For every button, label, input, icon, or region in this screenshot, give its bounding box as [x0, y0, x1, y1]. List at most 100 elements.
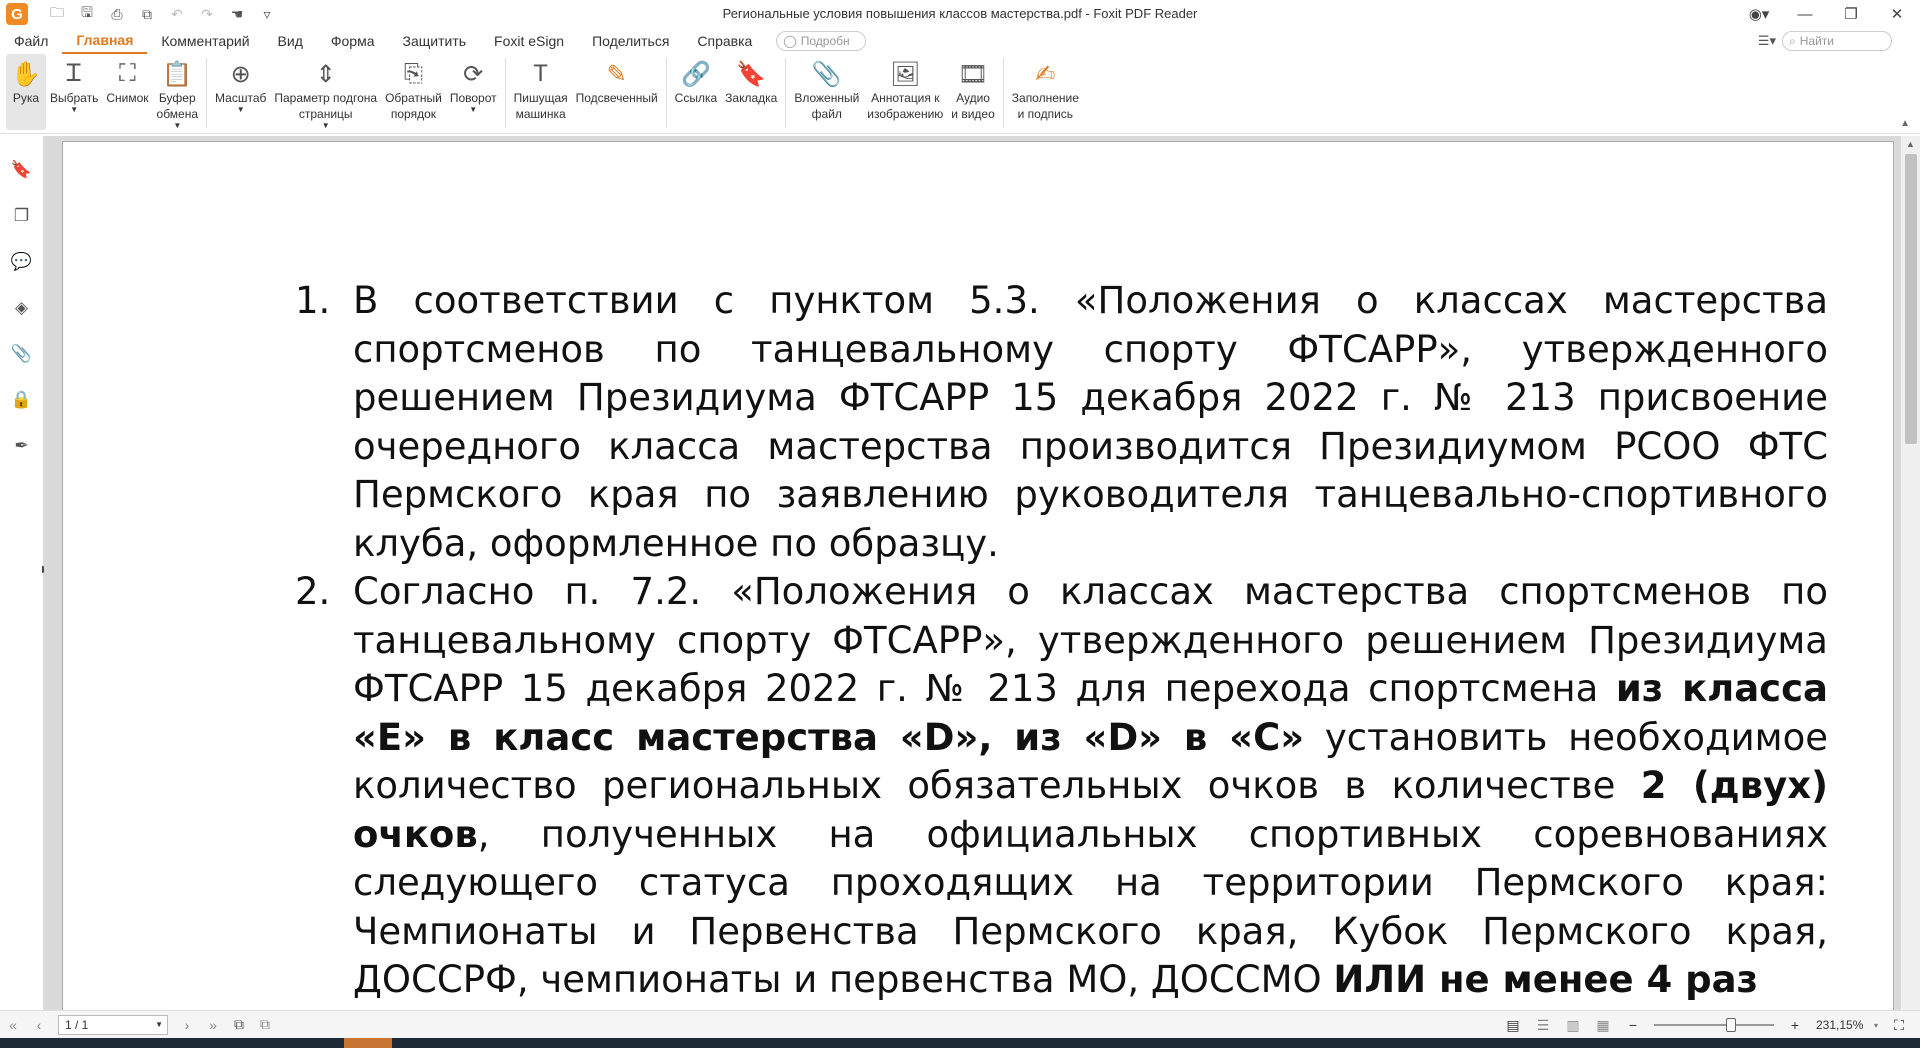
image-annotation-button[interactable]: 🖼 Аннотация к изображению	[863, 54, 947, 130]
select-button[interactable]: Ꮖ Выбрать ▼	[46, 54, 102, 130]
title-bar: G 🗀 🖫 ⎙ ⧉ ↶ ↷ ☚ ▿ Региональные условия повышени…	[0, 0, 1920, 28]
scroll-up-icon[interactable]: ▲	[1901, 136, 1920, 152]
menu-tab[interactable]: Форма	[317, 28, 389, 54]
rotate-button[interactable]: ⟳ Поворот ▼	[446, 54, 501, 130]
minimize-button[interactable]: —	[1782, 0, 1828, 28]
zoom-out-icon[interactable]: −	[1620, 1014, 1646, 1036]
ribbon-button-label: Обратный порядок	[385, 91, 442, 121]
vertical-scrollbar[interactable]: ▲	[1900, 136, 1920, 1010]
audio-video-button[interactable]: 🎞 Аудио и видео	[947, 54, 998, 130]
lightbulb-icon: ◯	[783, 34, 797, 48]
page-fit-button[interactable]: ⇕ Параметр подгона страницы ▼	[270, 54, 381, 130]
os-taskbar	[0, 1038, 1920, 1048]
zoom-slider-knob[interactable]	[1726, 1018, 1736, 1032]
menu-tab[interactable]: Вид	[264, 28, 317, 54]
snapshot-icon: ⛶	[119, 60, 136, 87]
typewriter-button[interactable]: T Пишущая машинка	[510, 54, 572, 130]
security-panel-icon[interactable]: 🔒	[10, 388, 34, 412]
chevron-down-icon: ▼	[155, 1020, 163, 1029]
tell-me-input[interactable]: ◯ Подробн	[776, 31, 867, 51]
bookmark-button[interactable]: 🔖 Закладка	[721, 54, 781, 130]
continuous-facing-view-icon[interactable]: ▦	[1590, 1014, 1616, 1036]
restore-button[interactable]: ❐	[1828, 0, 1874, 28]
zoom-in-icon[interactable]: +	[1782, 1014, 1808, 1036]
hand-icon: ✋	[11, 60, 41, 88]
customize-icon[interactable]: ▿	[256, 3, 278, 25]
zoom-level: 231,15%	[1816, 1018, 1864, 1032]
clipboard-button[interactable]: 📋 Буфер обмена ▼	[153, 54, 203, 130]
layers-panel-icon[interactable]: ◈	[10, 296, 34, 320]
zoom-button[interactable]: ⊕ Масштаб ▼	[211, 54, 270, 130]
bookmarks-panel-icon[interactable]: 🔖	[10, 158, 34, 182]
reverse-order-icon: ⎘	[403, 60, 424, 87]
ribbon-button-label: Заполнение и подпись	[1011, 91, 1079, 121]
menu-tab[interactable]: Поделиться	[578, 28, 683, 54]
ribbon-separator	[504, 58, 506, 128]
scrollbar-thumb[interactable]	[1905, 154, 1917, 444]
undo-icon[interactable]: ↶	[166, 3, 188, 25]
account-icon[interactable]: ◉▾	[1736, 0, 1782, 28]
zoom-slider[interactable]	[1654, 1018, 1774, 1032]
close-button[interactable]: ✕	[1874, 0, 1920, 28]
attachments-panel-icon[interactable]: 📎	[10, 342, 34, 366]
first-page-icon[interactable]: «	[0, 1014, 26, 1036]
link-button[interactable]: 🔗 Ссылка	[671, 54, 721, 130]
menu-tab[interactable]: Foxit eSign	[480, 28, 578, 54]
menu-tab[interactable]: Главная	[62, 28, 148, 54]
typewriter-icon: T	[533, 60, 548, 87]
continuous-view-icon[interactable]: ☰	[1530, 1014, 1556, 1036]
hand-tool-icon[interactable]: ☚	[226, 3, 248, 25]
highlight-button[interactable]: ✎ Подсвеченный	[572, 54, 662, 130]
redo-icon[interactable]: ↷	[196, 3, 218, 25]
single-page-view-icon[interactable]: ▤	[1500, 1014, 1526, 1036]
ribbon-button-label: Поворот	[449, 91, 497, 105]
search-icon: ⌕	[1789, 33, 1796, 48]
pages-panel-icon[interactable]: ❐	[10, 204, 34, 228]
menu-tab[interactable]: Защитить	[389, 28, 481, 54]
search-options-icon[interactable]: ☰▾	[1758, 33, 1776, 49]
bold-text-run: ИЛИ не менее 4 раз	[1333, 958, 1759, 1001]
open-icon[interactable]: 🗀	[46, 3, 68, 25]
extract-page-icon[interactable]: ⧉	[226, 1014, 252, 1036]
comments-panel-icon[interactable]: 💬	[10, 250, 34, 274]
next-page-icon[interactable]: ›	[174, 1014, 200, 1036]
ribbon-button-label: Параметр подгона страницы	[274, 91, 378, 121]
zoom-level-select[interactable]: 231,15% ▾	[1812, 1015, 1882, 1035]
document-viewport[interactable]: 1. В соответствии с пунктом 5.3. «Положе…	[44, 136, 1900, 1010]
menu-tab[interactable]: Справка	[683, 28, 766, 54]
quick-access-toolbar: 🗀 🖫 ⎙ ⧉ ↶ ↷ ☚ ▿	[46, 3, 278, 25]
last-page-icon[interactable]: »	[200, 1014, 226, 1036]
taskbar-app-indicator[interactable]	[344, 1038, 392, 1048]
status-right-area: ▤ ☰ ▥ ▦ − + 231,15% ▾ ⛶	[1500, 1011, 1912, 1039]
reverse-order-button[interactable]: ⎘ Обратный порядок	[381, 54, 446, 130]
save-icon[interactable]: 🖫	[76, 3, 98, 25]
foxit-logo-icon[interactable]: G	[6, 3, 28, 25]
menu-right-area: ☰▾ ⌕ Найти	[1758, 28, 1892, 54]
menu-tab[interactable]: Файл	[0, 28, 62, 54]
menu-bar: Файл Главная Комментарий Вид Форма Защитить Fo…	[0, 28, 1920, 54]
chevron-down-icon: ▼	[173, 121, 182, 130]
menu-tabs: Файл Главная Комментарий Вид Форма Защитить Fo…	[0, 28, 766, 54]
attached-file-button[interactable]: 📎 Вложенный файл	[790, 54, 863, 130]
signature-panel-icon[interactable]: ✒	[10, 434, 34, 458]
fill-sign-button[interactable]: ✍ Заполнение и подпись	[1008, 54, 1083, 130]
ribbon-button-label: Рука	[12, 91, 40, 105]
ribbon-button-label: Пишущая машинка	[513, 91, 568, 121]
snapshot-button[interactable]: ⛶ Снимок	[102, 54, 152, 130]
fullscreen-icon[interactable]: ⛶	[1886, 1014, 1912, 1036]
list-item: 2. Согласно п. 7.2. «Положения о классах…	[295, 568, 1828, 1005]
view-mode-icon[interactable]: ⧉	[252, 1014, 278, 1036]
page-number-input[interactable]: 1 / 1 ▼	[58, 1014, 168, 1035]
pdf-page: 1. В соответствии с пунктом 5.3. «Положе…	[62, 141, 1894, 1010]
save-as-icon[interactable]: ⧉	[136, 3, 158, 25]
link-icon: 🔗	[680, 60, 711, 88]
menu-tab[interactable]: Комментарий	[147, 28, 263, 54]
collapse-ribbon-icon[interactable]: ▲	[1900, 118, 1910, 129]
search-input[interactable]: ⌕ Найти	[1782, 31, 1892, 51]
previous-page-icon[interactable]: ‹	[26, 1014, 52, 1036]
print-icon[interactable]: ⎙	[106, 3, 128, 25]
ribbon-button-label: Подсвеченный	[575, 91, 658, 105]
hand-button[interactable]: ✋ Рука	[6, 54, 46, 130]
ribbon-separator	[206, 58, 208, 128]
facing-view-icon[interactable]: ▥	[1560, 1014, 1586, 1036]
